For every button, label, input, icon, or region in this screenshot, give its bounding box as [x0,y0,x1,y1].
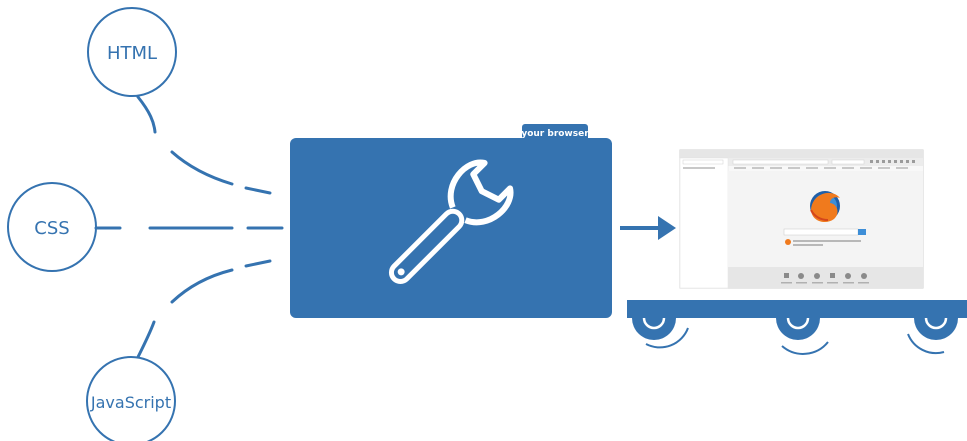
firefox-logo-icon [810,191,840,222]
browser-box-tab-label: your browser [521,129,589,139]
input-node-css: CSS [7,182,97,272]
conveyor-belt [627,300,967,355]
connector-html-3 [244,186,272,195]
conveyor-wheel-left [632,317,689,349]
connector-js-2 [170,268,234,304]
preview-search-bar [783,228,859,236]
conveyor-wheel-right [907,317,958,355]
browser-preview [679,149,924,289]
connector-html-2 [170,150,234,186]
output-arrow [620,216,676,240]
browser-box: your browser [290,124,612,318]
input-node-html: HTML [87,7,177,97]
conveyor-platform [627,300,967,318]
preview-sidebar [679,157,729,289]
connector-js-3 [244,259,272,268]
connector-js [136,320,156,359]
preview-titlebar [680,150,923,158]
input-node-javascript: JavaScript [86,356,176,441]
connector-lines [94,95,284,359]
css-label: CSS [34,218,69,239]
diagram: HTML CSS JavaScript your browser [7,7,967,441]
connector-html [136,95,157,134]
preview-launcher [728,267,923,288]
javascript-label: JavaScript [90,393,171,412]
html-label: HTML [107,43,157,64]
conveyor-wheel-middle [776,317,829,355]
browser-box-body [290,138,612,318]
